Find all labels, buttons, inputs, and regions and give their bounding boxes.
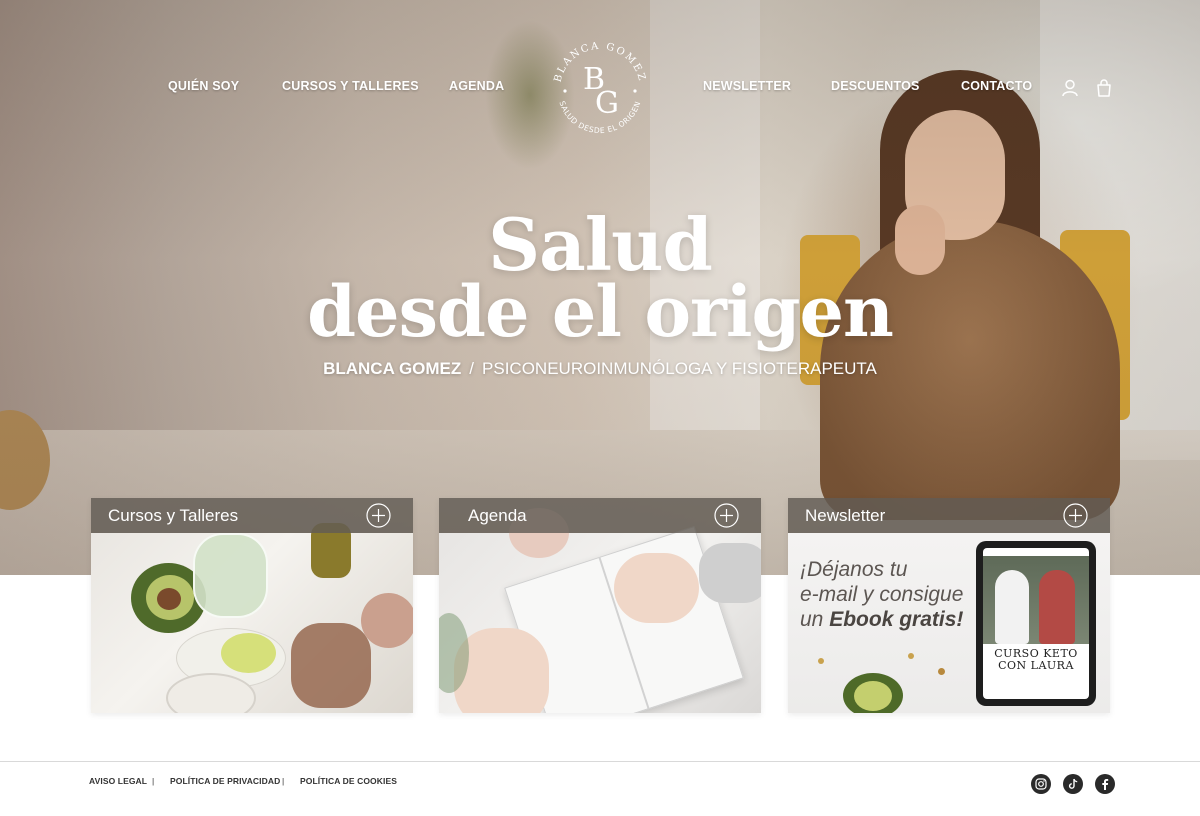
card-image-food [91, 523, 413, 713]
nav-newsletter[interactable]: NEWSLETTER [703, 79, 791, 93]
card-title: Agenda [468, 505, 527, 525]
footer-politica-privacidad[interactable]: POLÍTICA DE PRIVACIDAD [170, 776, 280, 786]
card-title: Newsletter [805, 505, 886, 525]
hero-title-line2: desde el origen [307, 270, 894, 353]
hand-right [614, 553, 699, 623]
ebook-title: CURSO KETO CON LAURA [983, 648, 1089, 672]
footer-separator: | [152, 776, 155, 786]
avocado-pit [157, 588, 181, 610]
tablet-screen: CURSO KETO CON LAURA [983, 548, 1089, 699]
hero-subtitle-separator: / [469, 359, 475, 378]
card-image-newsletter: ¡Déjanos tu e-mail y consigue un Ebook g… [788, 533, 1110, 713]
footer-politica-cookies[interactable]: POLÍTICA DE COOKIES [300, 776, 397, 786]
nav-quien-soy[interactable]: QUIÉN SOY [168, 79, 239, 93]
sauce-jar [193, 533, 268, 618]
chocolate-jar [291, 623, 371, 708]
ebook-title-line2: CON LAURA [998, 659, 1074, 672]
brand-logo[interactable]: BLANCA GOMEZ SALUD DESDE EL ORIGEN B G [544, 33, 656, 145]
nut [908, 653, 914, 659]
person-right [1039, 570, 1075, 644]
instagram-icon[interactable] [1031, 774, 1051, 794]
promo-line3-prefix: un [800, 608, 824, 631]
hero-subtitle-role: PSICONEUROINMUNÓLOGA Y FISIOTERAPEUTA [482, 359, 877, 378]
tiktok-icon[interactable] [1063, 774, 1083, 794]
tablet-ebook-cover: CURSO KETO CON LAURA [976, 541, 1096, 706]
footer-aviso-legal[interactable]: AVISO LEGAL [89, 776, 147, 786]
card-header: Agenda [439, 498, 761, 533]
facebook-icon[interactable] [1095, 774, 1115, 794]
footer-separator: | [282, 776, 285, 786]
nut [938, 668, 945, 675]
card-image-notebook [439, 508, 761, 713]
nut [818, 658, 824, 664]
footer-divider [0, 761, 1200, 762]
plus-circle-icon[interactable] [714, 503, 739, 528]
card-header: Cursos y Talleres [91, 498, 413, 533]
hero-banner: QUIÉN SOY CURSOS Y TALLERES AGENDA NEWSL… [0, 0, 1200, 575]
card-cursos-y-talleres[interactable]: Cursos y Talleres [91, 498, 413, 713]
logo-emblem: BLANCA GOMEZ SALUD DESDE EL ORIGEN B G [553, 41, 646, 135]
card-title: Cursos y Talleres [108, 505, 239, 525]
nav-agenda[interactable]: AGENDA [449, 79, 504, 93]
promo-line3: un Ebook gratis! [800, 607, 980, 632]
promo-line1: ¡Déjanos tu [800, 558, 908, 581]
nav-contacto[interactable]: CONTACTO [961, 79, 1032, 93]
user-icon[interactable] [1060, 78, 1080, 98]
promo-line3-bold: Ebook gratis! [829, 608, 964, 631]
nav-descuentos[interactable]: DESCUENTOS [831, 79, 920, 93]
plus-circle-icon[interactable] [1063, 503, 1088, 528]
card-header: Newsletter [788, 498, 1110, 533]
plus-circle-icon[interactable] [366, 503, 391, 528]
logo-monogram-g: G [595, 86, 619, 121]
person-left [995, 570, 1029, 644]
newsletter-promo-text: ¡Déjanos tu e-mail y consigue un Ebook g… [800, 557, 980, 632]
card-newsletter[interactable]: Newsletter ¡Déjanos tu e-mail y consigue… [788, 498, 1110, 713]
shopping-bag-icon[interactable] [1094, 78, 1114, 98]
promo-line2: e-mail y consigue [800, 583, 964, 606]
small-bowl [361, 593, 413, 648]
lime [221, 633, 276, 673]
ebook-cover-photo [983, 556, 1089, 644]
sleeve [699, 543, 761, 603]
hero-subtitle-name: BLANCA GOMEZ [323, 359, 462, 378]
card-agenda[interactable]: Agenda [439, 498, 761, 713]
avocado-flesh [854, 681, 892, 711]
nav-cursos-y-talleres[interactable]: CURSOS Y TALLERES [282, 79, 419, 93]
hand-left [454, 628, 549, 713]
hero-subtitle: BLANCA GOMEZ / PSICONEUROINMUNÓLOGA Y FISI… [0, 358, 1200, 380]
